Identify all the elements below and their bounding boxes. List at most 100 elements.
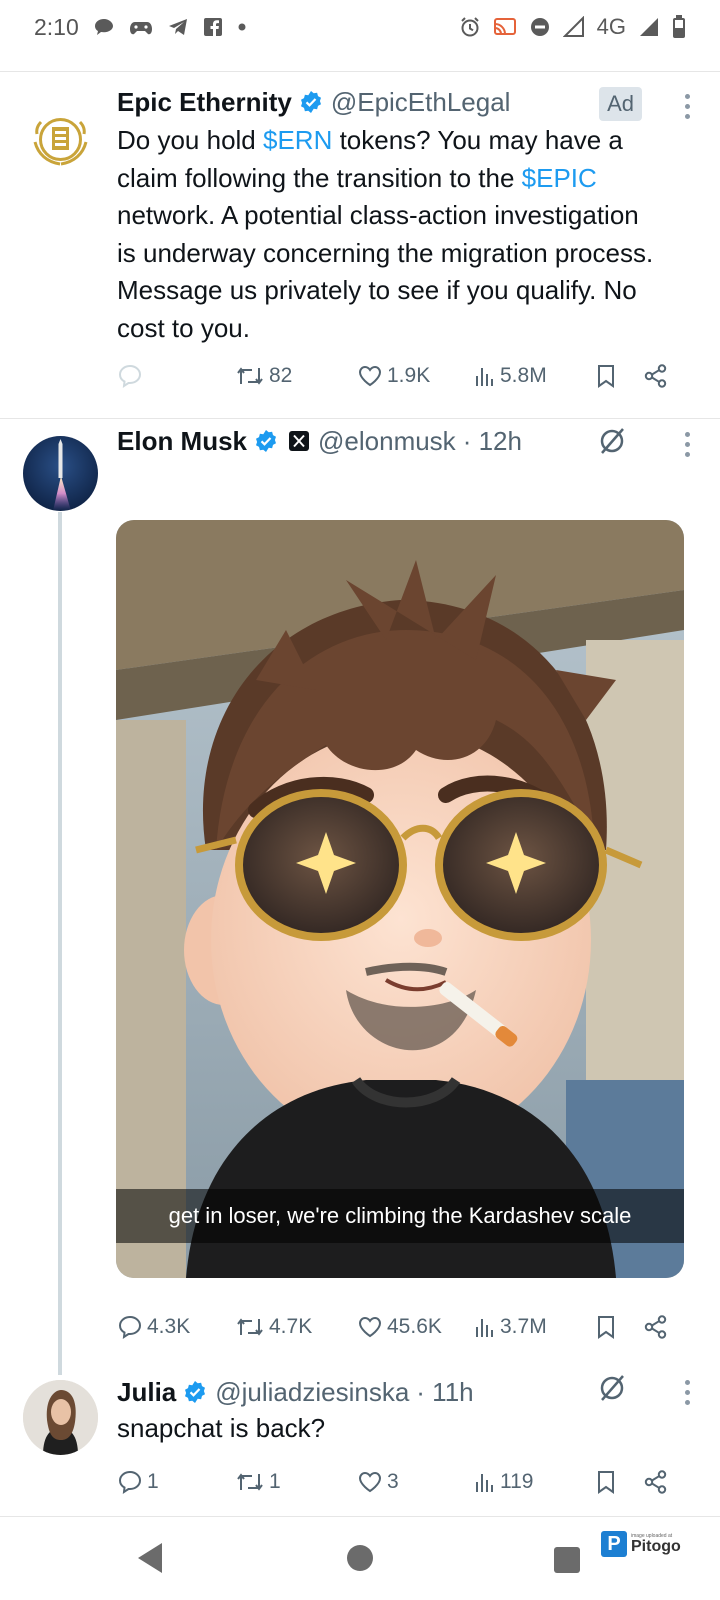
tweet-actions: 1 1 3 119	[117, 1462, 677, 1502]
like-button[interactable]: 1.9K	[357, 364, 430, 388]
network-label: 4G	[596, 14, 626, 39]
like-count: 1.9K	[387, 364, 431, 387]
heart-icon	[358, 1316, 382, 1338]
repost-button[interactable]: 1	[235, 1470, 281, 1494]
repost-count: 82	[269, 364, 293, 387]
display-name[interactable]: Epic Ethernity	[117, 87, 292, 118]
views-button[interactable]: 119	[474, 1470, 533, 1494]
ad-tweet[interactable]: Epic Ethernity @EpicEthLegal Do you hold…	[0, 72, 720, 418]
share-icon	[644, 1315, 667, 1339]
rocket-avatar-image	[23, 436, 98, 511]
share-button[interactable]	[643, 363, 669, 389]
recents-icon[interactable]	[553, 1546, 581, 1579]
watermark-letter: P	[601, 1531, 627, 1557]
share-button[interactable]	[643, 1314, 669, 1340]
cast-icon	[493, 16, 517, 38]
system-nav-bar	[0, 1517, 720, 1600]
share-button[interactable]	[643, 1469, 669, 1495]
chat-bubble-icon	[93, 16, 115, 38]
facebook-icon	[203, 17, 223, 37]
ad-label: Ad	[599, 87, 642, 121]
repost-button[interactable]: 4.7K	[235, 1315, 312, 1339]
bookmark-button[interactable]	[595, 1314, 617, 1340]
views-button[interactable]: 5.8M	[474, 364, 547, 388]
avatar[interactable]	[23, 1380, 98, 1455]
battery-icon	[672, 15, 686, 39]
bookmark-icon	[598, 1471, 614, 1494]
views-count: 119	[500, 1470, 534, 1493]
handle[interactable]: @elonmusk	[318, 426, 456, 457]
timestamp[interactable]: · 11h	[416, 1377, 473, 1408]
display-name[interactable]: Elon Musk	[117, 426, 247, 457]
avatar[interactable]	[23, 436, 98, 511]
more-options-icon[interactable]	[684, 1380, 690, 1405]
reply-tweet[interactable]: Julia @juliadziesinska · 11h snapchat is…	[0, 1375, 720, 1514]
profile-photo	[23, 1380, 98, 1455]
watermark-logo: P image uploaded at Pitogo	[601, 1531, 681, 1557]
repost-icon	[237, 1318, 263, 1336]
views-button[interactable]: 3.7M	[474, 1315, 547, 1339]
dot-icon	[237, 22, 247, 32]
tweet-text: Do you hold $ERN tokens? You may have a …	[117, 122, 657, 347]
reply-count: 1	[147, 1470, 159, 1493]
repost-icon	[237, 1473, 263, 1491]
bookmark-button[interactable]	[595, 1469, 617, 1495]
text-segment: Do you hold	[117, 125, 263, 155]
repost-button[interactable]: 82	[235, 364, 292, 388]
reply-icon	[118, 1470, 142, 1495]
timestamp[interactable]: · 12h	[463, 426, 522, 457]
bookmark-icon	[598, 1316, 614, 1339]
cashtag-link[interactable]: $ERN	[263, 125, 332, 155]
do-not-disturb-icon	[529, 16, 551, 38]
reply-button[interactable]: 1	[117, 1469, 159, 1495]
reply-count: 4.3K	[147, 1315, 191, 1338]
tweet-actions: 82 1.9K 5.8M	[117, 356, 677, 396]
alarm-icon	[459, 16, 481, 38]
bookmark-button[interactable]	[595, 363, 617, 389]
more-options-icon[interactable]	[684, 94, 690, 119]
views-icon	[476, 368, 493, 386]
text-segment: network. A potential class-action invest…	[117, 200, 654, 343]
cashtag-link[interactable]: $EPIC	[522, 163, 597, 193]
handle[interactable]: @EpicEthLegal	[331, 87, 511, 118]
like-count: 45.6K	[387, 1315, 442, 1338]
verified-badge-icon	[299, 90, 323, 114]
game-controller-icon	[129, 17, 153, 37]
display-name[interactable]: Julia	[117, 1377, 176, 1408]
media-caption: get in loser, we're climbing the Kardash…	[116, 1189, 684, 1243]
repost-count: 1	[269, 1470, 281, 1493]
signal-full-icon	[638, 16, 660, 38]
reply-icon	[118, 1315, 142, 1340]
status-time: 2:10	[34, 13, 79, 40]
views-count: 5.8M	[500, 364, 547, 387]
watermark-name: Pitogo	[631, 1537, 681, 1555]
reply-icon	[118, 364, 142, 389]
avatar[interactable]	[23, 102, 98, 177]
views-icon	[476, 1319, 493, 1337]
telegram-icon	[167, 17, 189, 37]
like-button[interactable]: 3	[357, 1470, 399, 1494]
repost-icon	[237, 367, 263, 385]
grok-icon[interactable]	[596, 1372, 628, 1409]
views-count: 3.7M	[500, 1315, 547, 1338]
verified-badge-icon	[183, 1380, 207, 1404]
home-icon[interactable]	[346, 1544, 374, 1577]
x-affiliate-badge-icon	[288, 430, 310, 452]
heart-icon	[358, 1471, 382, 1493]
grok-icon[interactable]	[596, 425, 628, 462]
share-icon	[644, 1470, 667, 1494]
back-icon[interactable]	[134, 1541, 166, 1580]
views-icon	[476, 1474, 493, 1492]
reply-button[interactable]: 4.3K	[117, 1314, 190, 1340]
bookmark-icon	[598, 365, 614, 388]
tweet-actions: 4.3K 4.7K 45.6K 3.7M	[117, 1307, 677, 1347]
law-seal-logo	[33, 118, 88, 166]
like-button[interactable]: 45.6K	[357, 1315, 442, 1339]
reply-button[interactable]	[117, 363, 147, 389]
cartoon-character-illustration	[116, 520, 684, 1278]
tweet-media-image[interactable]: get in loser, we're climbing the Kardash…	[116, 520, 684, 1278]
verified-badge-icon	[254, 429, 278, 453]
more-options-icon[interactable]	[684, 432, 690, 457]
tweet-text: snapchat is back?	[117, 1413, 326, 1443]
handle[interactable]: @juliadziesinska	[215, 1377, 409, 1408]
